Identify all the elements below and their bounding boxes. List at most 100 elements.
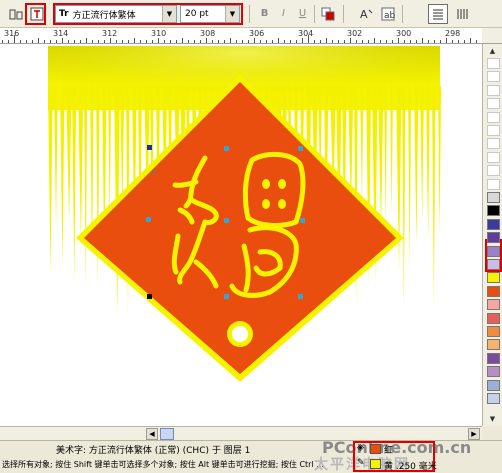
underline-button[interactable]: U bbox=[294, 5, 311, 22]
ruler-tick bbox=[314, 40, 315, 43]
ruler-tick bbox=[122, 40, 123, 43]
ruler-tick bbox=[146, 40, 147, 43]
palette-scroll-down-icon[interactable]: ▼ bbox=[485, 414, 500, 425]
ruler-tick bbox=[428, 40, 429, 43]
palette-swatch[interactable] bbox=[487, 393, 500, 404]
ruler-tick bbox=[128, 40, 129, 43]
palette-swatch[interactable] bbox=[487, 352, 500, 364]
palette-swatch[interactable] bbox=[487, 312, 500, 324]
ruler-tick bbox=[368, 40, 369, 43]
text-editor-icon[interactable]: ab bbox=[378, 4, 398, 24]
palette-swatch[interactable] bbox=[487, 165, 500, 177]
palette-swatch[interactable] bbox=[487, 192, 500, 203]
palette-swatch[interactable] bbox=[487, 98, 500, 110]
palette-swatch[interactable] bbox=[487, 138, 500, 150]
palette-swatch[interactable] bbox=[487, 339, 500, 351]
ruler-corner bbox=[482, 28, 502, 44]
palette-swatch[interactable] bbox=[487, 84, 500, 96]
scroll-left-icon[interactable]: ◀ bbox=[146, 428, 158, 440]
property-bar: Tr 方正流行体繁体 ▼ 20 pt ▼ B I U A ab bbox=[0, 0, 502, 28]
ruler-tick bbox=[248, 40, 249, 43]
ruler-tick bbox=[110, 38, 111, 43]
horizontal-ruler[interactable]: 316 314 312 310 308 306 304 302 300 298 bbox=[0, 28, 482, 44]
horizontal-text-icon[interactable] bbox=[428, 4, 448, 24]
palette-swatch[interactable] bbox=[487, 71, 500, 83]
ruler-tick bbox=[242, 40, 243, 43]
ruler-label: 310 bbox=[151, 29, 167, 38]
ruler-tick bbox=[422, 38, 423, 43]
palette-swatch[interactable] bbox=[487, 285, 500, 297]
ruler-tick bbox=[266, 40, 267, 43]
ruler-tick bbox=[296, 40, 297, 43]
ruler-tick bbox=[176, 40, 177, 43]
ruler-tick bbox=[74, 40, 75, 43]
status-hint: 选择所有对象; 按住 Shift 键单击可选择多个对象; 按住 Alt 键单击可… bbox=[2, 460, 324, 469]
ruler-tick bbox=[44, 40, 45, 43]
palette-swatch[interactable] bbox=[487, 125, 500, 136]
ruler-label: 308 bbox=[200, 29, 216, 38]
palette-swatch[interactable] bbox=[487, 272, 500, 284]
ruler-tick bbox=[86, 38, 87, 43]
ruler-tick bbox=[254, 38, 255, 43]
ruler-tick bbox=[392, 40, 393, 43]
palette-swatch[interactable] bbox=[487, 205, 500, 217]
palette-swatch[interactable] bbox=[487, 58, 500, 69]
scroll-thumb[interactable] bbox=[160, 428, 174, 440]
ruler-tick bbox=[26, 40, 27, 43]
ruler-tick bbox=[290, 40, 291, 43]
hanging-hole bbox=[232, 326, 248, 342]
ruler-tick bbox=[410, 40, 411, 43]
palette-swatch[interactable] bbox=[487, 366, 500, 378]
ruler-tick bbox=[14, 35, 15, 43]
ruler-tick bbox=[320, 40, 321, 43]
palette-scroll-up-icon[interactable]: ▲ bbox=[485, 46, 500, 57]
ruler-tick bbox=[224, 40, 225, 43]
ruler-tick bbox=[302, 38, 303, 43]
palette-swatch[interactable] bbox=[487, 111, 500, 123]
palette-swatch[interactable] bbox=[487, 379, 500, 391]
italic-button[interactable]: I bbox=[275, 5, 292, 22]
ruler-tick bbox=[182, 38, 183, 43]
align-icon[interactable] bbox=[6, 4, 26, 24]
palette-swatch[interactable] bbox=[487, 178, 500, 190]
palette-swatch[interactable] bbox=[487, 218, 500, 230]
ruler-tick bbox=[32, 40, 33, 43]
ruler-tick bbox=[464, 40, 465, 43]
fill-bucket-icon: ◈ bbox=[357, 443, 364, 453]
vertical-text-icon[interactable] bbox=[452, 4, 472, 24]
palette-swatch[interactable] bbox=[487, 151, 500, 163]
fill-color-label: 红 bbox=[384, 446, 394, 456]
highlight-box-font bbox=[53, 3, 243, 25]
text-color-icon[interactable] bbox=[318, 4, 338, 24]
ruler-tick bbox=[284, 40, 285, 43]
palette-swatch[interactable] bbox=[487, 326, 500, 337]
ruler-tick bbox=[56, 40, 57, 43]
drawing-canvas[interactable] bbox=[0, 44, 482, 426]
separator bbox=[343, 5, 344, 23]
color-palette[interactable]: ▲ ▼ bbox=[482, 44, 502, 426]
highlight-box-edit-text bbox=[25, 3, 46, 25]
ruler-tick bbox=[260, 40, 261, 43]
ruler-tick bbox=[92, 40, 93, 43]
ruler-tick bbox=[98, 40, 99, 43]
ruler-tick bbox=[188, 40, 189, 43]
character-format-icon[interactable]: A bbox=[356, 4, 376, 24]
fill-color-swatch[interactable] bbox=[370, 444, 381, 454]
palette-swatch[interactable] bbox=[487, 232, 500, 244]
ruler-tick bbox=[332, 40, 333, 43]
ruler-label: 306 bbox=[249, 29, 265, 38]
palette-swatch[interactable] bbox=[487, 259, 500, 270]
ruler-tick bbox=[386, 40, 387, 43]
outline-color-swatch[interactable] bbox=[370, 459, 381, 469]
ruler-tick bbox=[362, 40, 363, 43]
ruler-label: 300 bbox=[396, 29, 412, 38]
ruler-tick bbox=[476, 40, 477, 43]
palette-swatch[interactable] bbox=[487, 299, 500, 311]
ruler-tick bbox=[104, 40, 105, 43]
bold-button[interactable]: B bbox=[256, 5, 273, 22]
ruler-tick bbox=[404, 40, 405, 43]
ruler-label: 316 bbox=[4, 29, 20, 38]
palette-swatch[interactable] bbox=[487, 245, 500, 257]
fringe-strand bbox=[402, 86, 406, 310]
ruler-tick bbox=[470, 38, 471, 43]
